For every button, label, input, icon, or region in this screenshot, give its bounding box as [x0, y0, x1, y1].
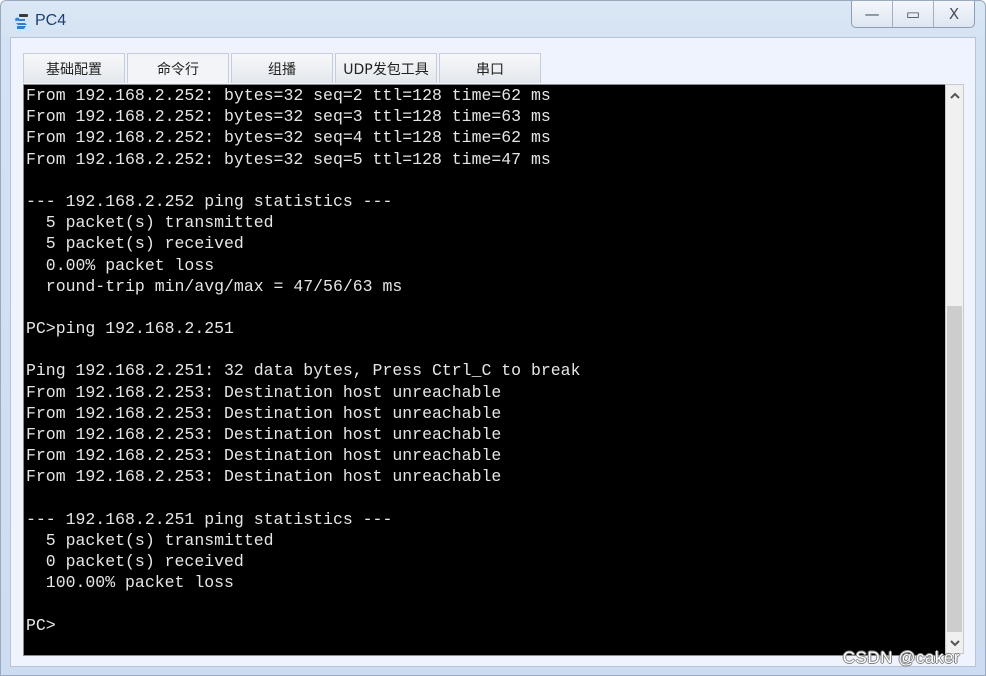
- terminal-line: From 192.168.2.253: Destination host unr…: [26, 403, 502, 423]
- terminal-line: From 192.168.2.253: Destination host unr…: [26, 425, 502, 444]
- tab-multicast[interactable]: 组播: [231, 53, 333, 83]
- maximize-icon: ▭: [905, 5, 921, 23]
- title-bar[interactable]: PC4 — ▭ X: [1, 1, 985, 37]
- terminal-line: From 192.168.2.252: bytes=32 seq=5 ttl=1…: [26, 149, 551, 169]
- tab-udp-tool[interactable]: UDP发包工具: [335, 53, 437, 83]
- terminal-line: From 192.168.2.252: bytes=32 seq=4 ttl=1…: [26, 128, 551, 148]
- client-area: 基础配置 命令行 组播 UDP发包工具 串口 From 192.168.2.25…: [10, 37, 976, 667]
- window-title: PC4: [35, 12, 67, 29]
- terminal-line: 0.00% packet loss: [26, 255, 215, 275]
- tab-basic-config[interactable]: 基础配置: [23, 53, 125, 83]
- minimize-icon: —: [864, 5, 880, 23]
- chevron-up-icon: [949, 92, 960, 99]
- terminal-line: PC>ping 192.168.2.251: [26, 319, 234, 339]
- pc4-window: PC4 — ▭ X 基础配置 命令行 组播 UDP发包工具 串口 From 19…: [0, 0, 986, 676]
- scrollbar-thumb[interactable]: [947, 306, 962, 632]
- watermark: CSDN @caker: [842, 648, 960, 667]
- terminal-line: From 192.168.2.252: bytes=32 seq=2 ttl=1…: [26, 86, 551, 105]
- network-pc-icon: [15, 14, 28, 29]
- tab-bar: 基础配置 命令行 组播 UDP发包工具 串口: [23, 53, 541, 83]
- close-button[interactable]: X: [933, 1, 974, 27]
- vertical-scrollbar[interactable]: [945, 84, 964, 654]
- window-controls: — ▭ X: [851, 1, 975, 28]
- close-icon: X: [948, 5, 960, 23]
- chevron-down-icon: [949, 639, 960, 646]
- terminal-line: --- 192.168.2.251 ping statistics ---: [26, 509, 393, 529]
- terminal-line: From 192.168.2.253: Destination host unr…: [26, 446, 502, 466]
- terminal-line: From 192.168.2.252: bytes=32 seq=3 ttl=1…: [26, 107, 551, 127]
- maximize-button[interactable]: ▭: [892, 1, 933, 27]
- terminal-line: 5 packet(s) transmitted: [26, 530, 274, 550]
- terminal-line: 5 packet(s) transmitted: [26, 213, 274, 233]
- scroll-up-button[interactable]: [946, 85, 963, 105]
- terminal-output[interactable]: From 192.168.2.252: bytes=32 seq=2 ttl=1…: [23, 84, 947, 656]
- terminal-line: PC>: [26, 615, 56, 635]
- terminal-line: 100.00% packet loss: [26, 573, 234, 593]
- terminal-line: From 192.168.2.253: Destination host unr…: [26, 467, 502, 487]
- tab-serial[interactable]: 串口: [439, 53, 541, 83]
- minimize-button[interactable]: —: [852, 1, 892, 27]
- terminal-line: round-trip min/avg/max = 47/56/63 ms: [26, 276, 403, 296]
- terminal-line: --- 192.168.2.252 ping statistics ---: [26, 191, 393, 211]
- tab-command-line[interactable]: 命令行: [127, 53, 229, 83]
- terminal-line: 5 packet(s) received: [26, 234, 244, 254]
- terminal-line: 0 packet(s) received: [26, 552, 244, 572]
- terminal-line: Ping 192.168.2.251: 32 data bytes, Press…: [26, 361, 581, 381]
- terminal-line: From 192.168.2.253: Destination host unr…: [26, 382, 502, 402]
